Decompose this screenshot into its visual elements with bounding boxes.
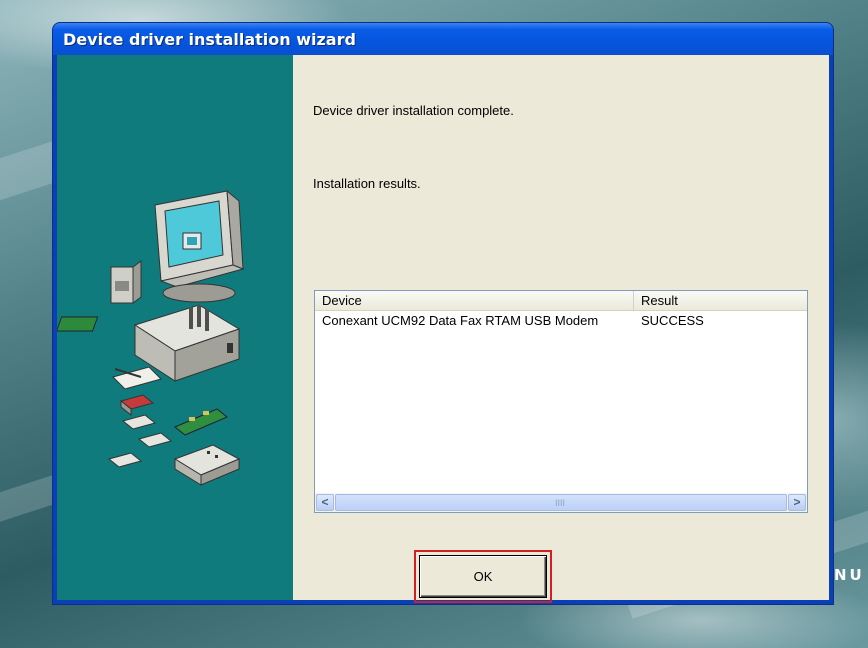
monitor-icon xyxy=(154,189,245,303)
tablet-icon xyxy=(112,366,162,390)
wizard-side-panel xyxy=(55,55,293,600)
modem-icon xyxy=(173,444,241,486)
column-header-device[interactable]: Device xyxy=(315,291,634,310)
scroll-right-button[interactable]: > xyxy=(788,494,806,511)
wizard-window: Device driver installation wizard Device… xyxy=(53,23,833,604)
scroll-left-button[interactable]: < xyxy=(316,494,334,511)
completion-message: Device driver installation complete. xyxy=(313,103,514,118)
window-title: Device driver installation wizard xyxy=(63,30,356,49)
column-header-label: Device xyxy=(322,293,362,308)
speaker-icon xyxy=(110,260,142,304)
scrollbar-thumb[interactable]: IIII xyxy=(335,494,787,511)
ok-button[interactable]: OK xyxy=(419,555,547,598)
list-header: Device Result xyxy=(315,291,807,311)
dialog-client-area: Device driver installation complete. Ins… xyxy=(55,55,829,603)
column-header-label: Result xyxy=(641,293,678,308)
floppy-disk-icon xyxy=(107,394,173,468)
expansion-card-icon xyxy=(174,408,228,436)
results-listview[interactable]: Device Result Conexant UCM92 Data Fax RT… xyxy=(314,290,808,513)
column-header-result[interactable]: Result xyxy=(634,291,807,310)
device-name-cell: Conexant UCM92 Data Fax RTAM USB Modem xyxy=(322,313,599,328)
hardware-illustration xyxy=(55,189,245,486)
horizontal-scrollbar[interactable]: < IIII > xyxy=(315,493,807,512)
title-bar[interactable]: Device driver installation wizard xyxy=(53,23,833,55)
result-cell: SUCCESS xyxy=(641,313,704,328)
results-label: Installation results. xyxy=(313,176,421,191)
desktop-text: NU xyxy=(834,566,865,584)
list-item[interactable]: Conexant UCM92 Data Fax RTAM USB Modem S… xyxy=(315,312,807,330)
scrollbar-grip-icon: IIII xyxy=(555,498,566,508)
